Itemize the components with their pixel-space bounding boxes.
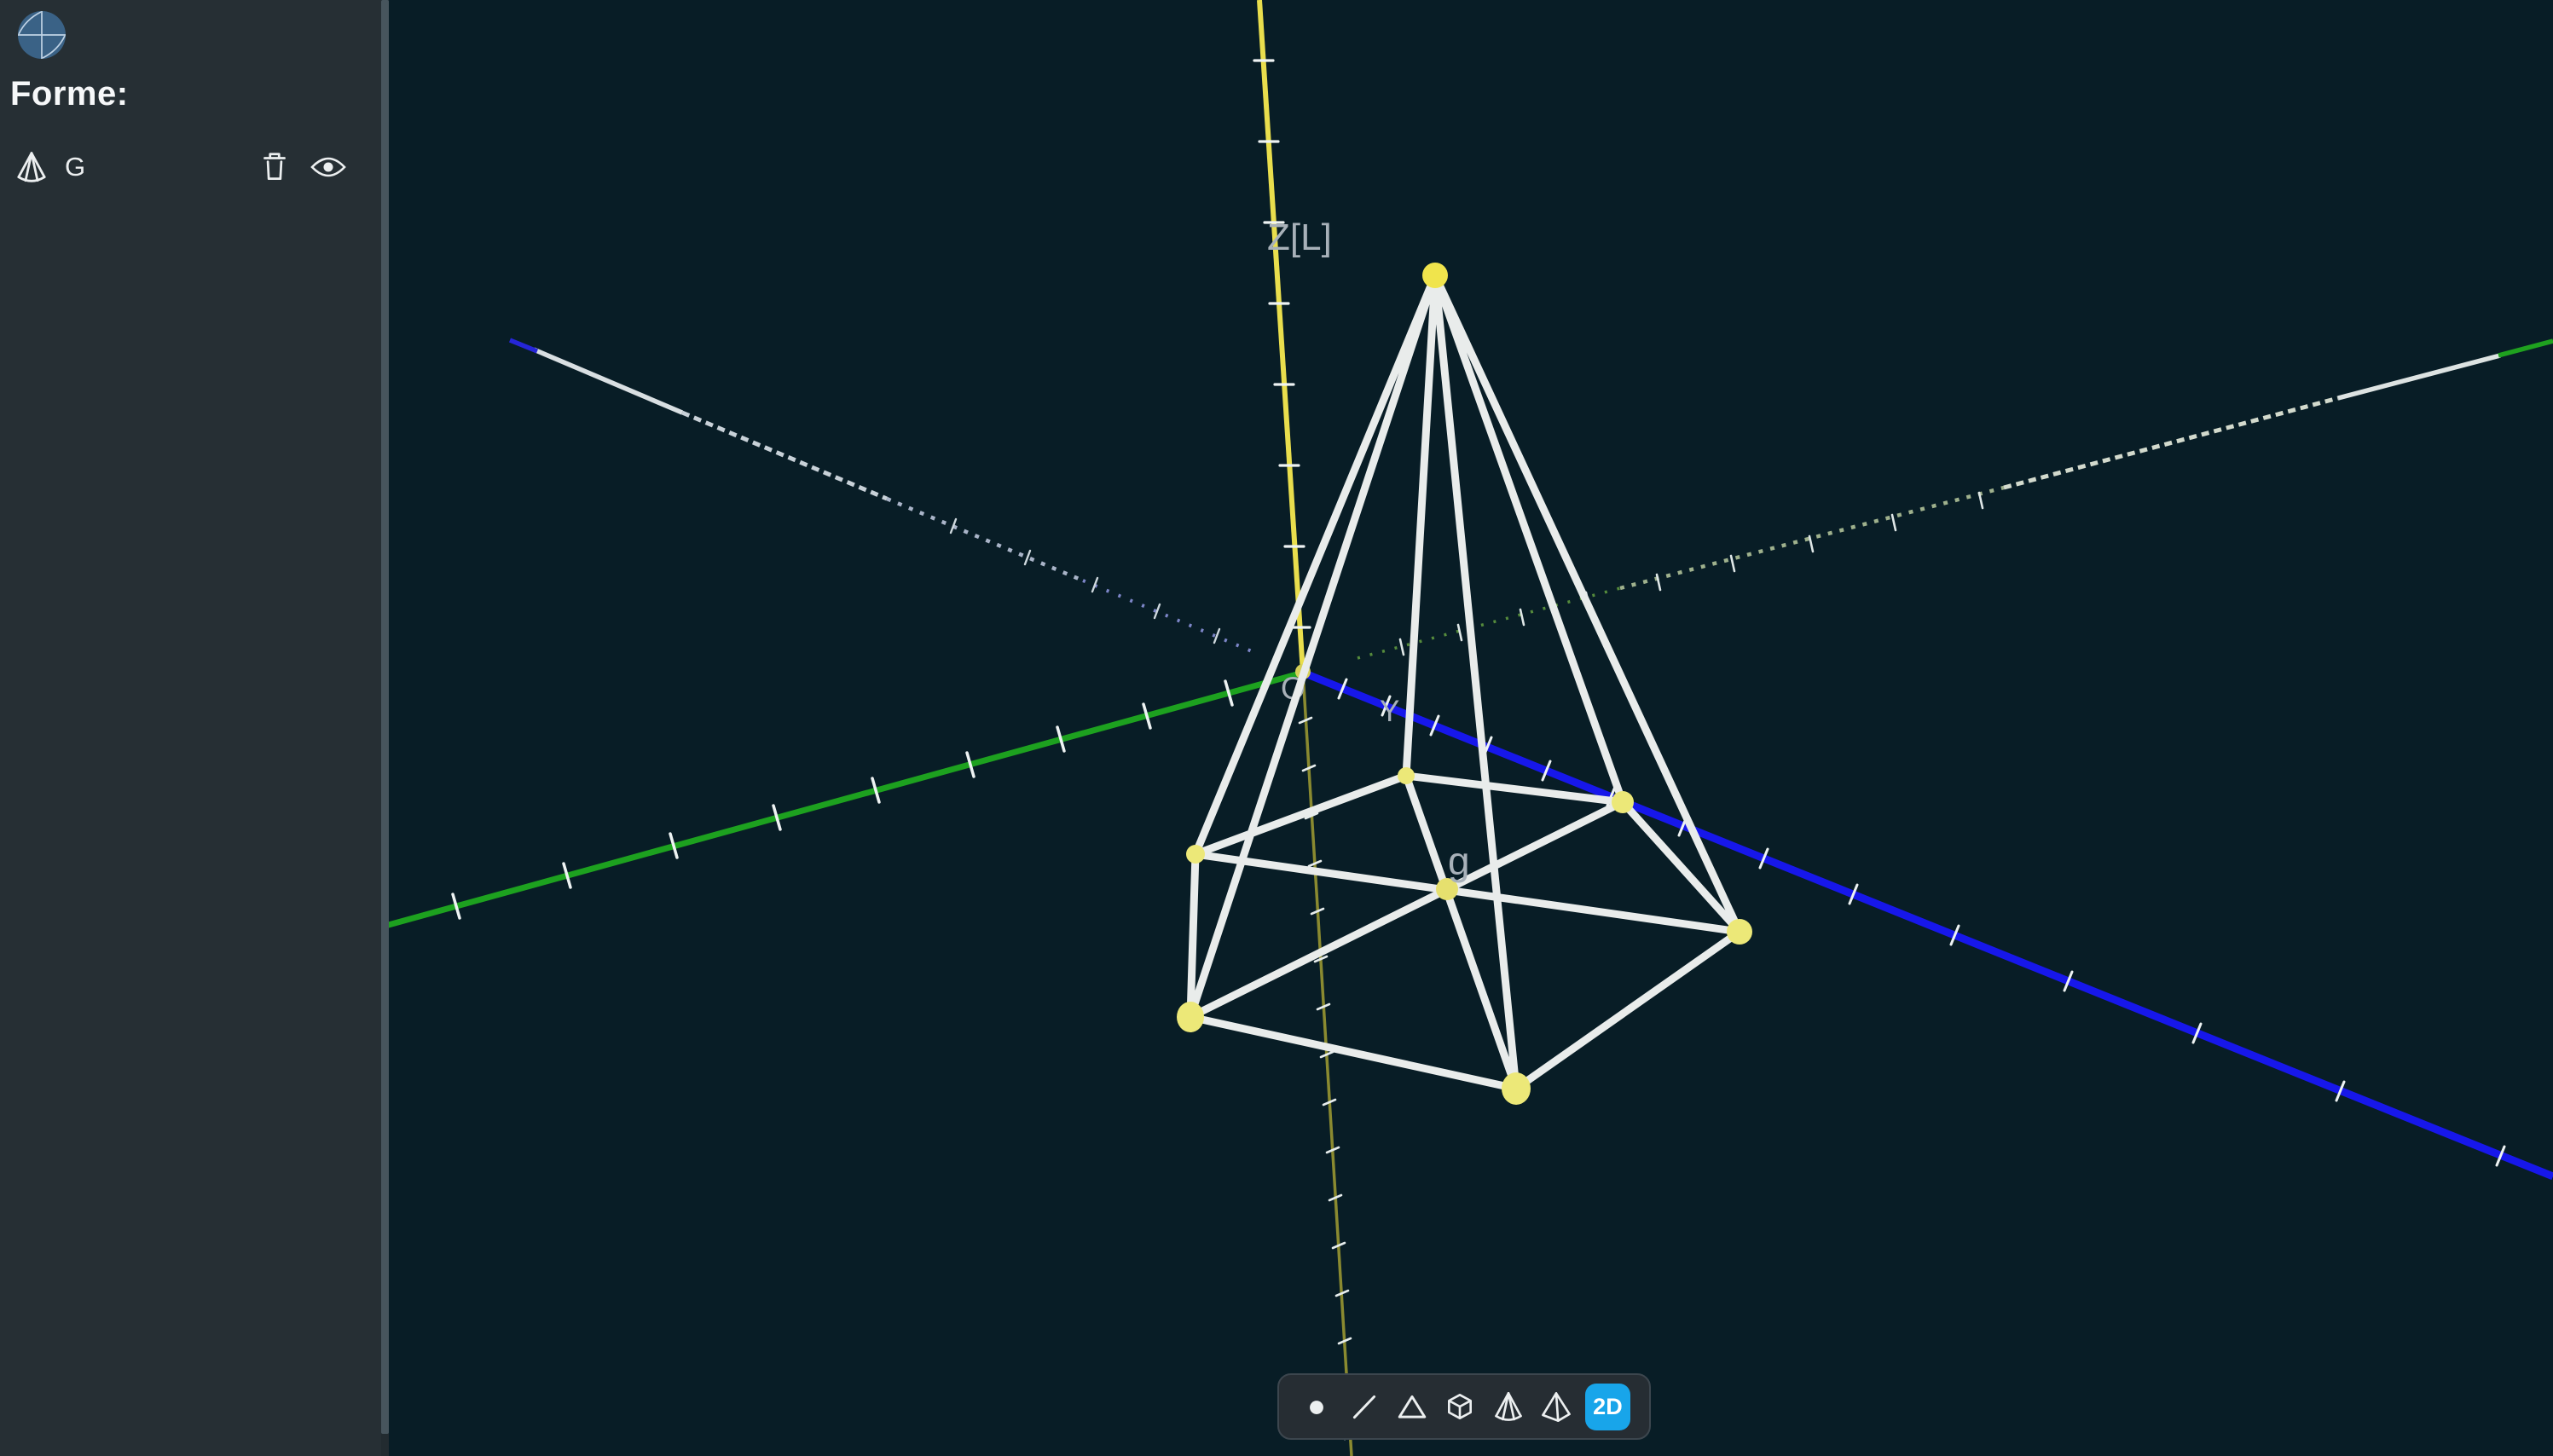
z-axis-label: Z[L] (1267, 217, 1332, 258)
y-axis-negative (510, 340, 1252, 651)
tool-cube-button[interactable] (1441, 1386, 1479, 1427)
tool-point-button[interactable] (1298, 1386, 1335, 1427)
sidebar: Forme: G (0, 0, 389, 1456)
center-point-label: g (1448, 839, 1470, 883)
trash-icon (258, 149, 291, 185)
vertex-base-front (1502, 1072, 1531, 1105)
sidebar-title: Forme: (10, 75, 129, 113)
z-axis-negative (1303, 673, 1352, 1456)
app-window: O Z[L] Y g (0, 0, 2553, 1456)
eye-icon (310, 154, 347, 180)
sidebar-scrollbar[interactable] (381, 0, 389, 1434)
toggle-visibility-button[interactable] (309, 148, 348, 186)
app-logo[interactable] (15, 9, 68, 66)
z-axis-positive (1259, 0, 1303, 673)
tool-pyramid-button[interactable] (1537, 1386, 1575, 1427)
y-axis-positive (1303, 673, 2553, 1176)
vertex-base-left (1186, 845, 1205, 864)
globe-3d-icon (15, 9, 68, 62)
shape-label: G (65, 152, 85, 182)
shape-toolbar: 2D (1277, 1373, 1651, 1440)
scene-3d: O Z[L] Y g (389, 0, 2553, 1456)
vertex-base-right (1727, 919, 1752, 945)
delete-shape-button[interactable] (258, 148, 292, 186)
x-axis-positive (389, 673, 1303, 926)
vertex-base-right-back (1612, 791, 1634, 813)
triangle-icon (1395, 1390, 1429, 1423)
pyramid-icon (1539, 1390, 1573, 1424)
cube-icon (1444, 1390, 1476, 1423)
vertex-base-back (1398, 767, 1415, 784)
cone-icon (1491, 1390, 1525, 1424)
tool-cone-button[interactable] (1490, 1386, 1527, 1427)
segment-icon (1348, 1390, 1381, 1423)
tool-segment-button[interactable] (1346, 1386, 1383, 1427)
viewport-3d[interactable]: O Z[L] Y g (389, 0, 2553, 1456)
cone-icon (14, 149, 49, 185)
y-axis-label: Y (1380, 695, 1399, 728)
tool-triangle-button[interactable] (1393, 1386, 1431, 1427)
vertex-base-left-front (1177, 1002, 1204, 1032)
point-icon (1300, 1390, 1333, 1423)
shape-list-item[interactable]: G (14, 145, 348, 189)
mode-2d-button[interactable]: 2D (1585, 1384, 1630, 1430)
vertex-apex (1422, 263, 1448, 288)
